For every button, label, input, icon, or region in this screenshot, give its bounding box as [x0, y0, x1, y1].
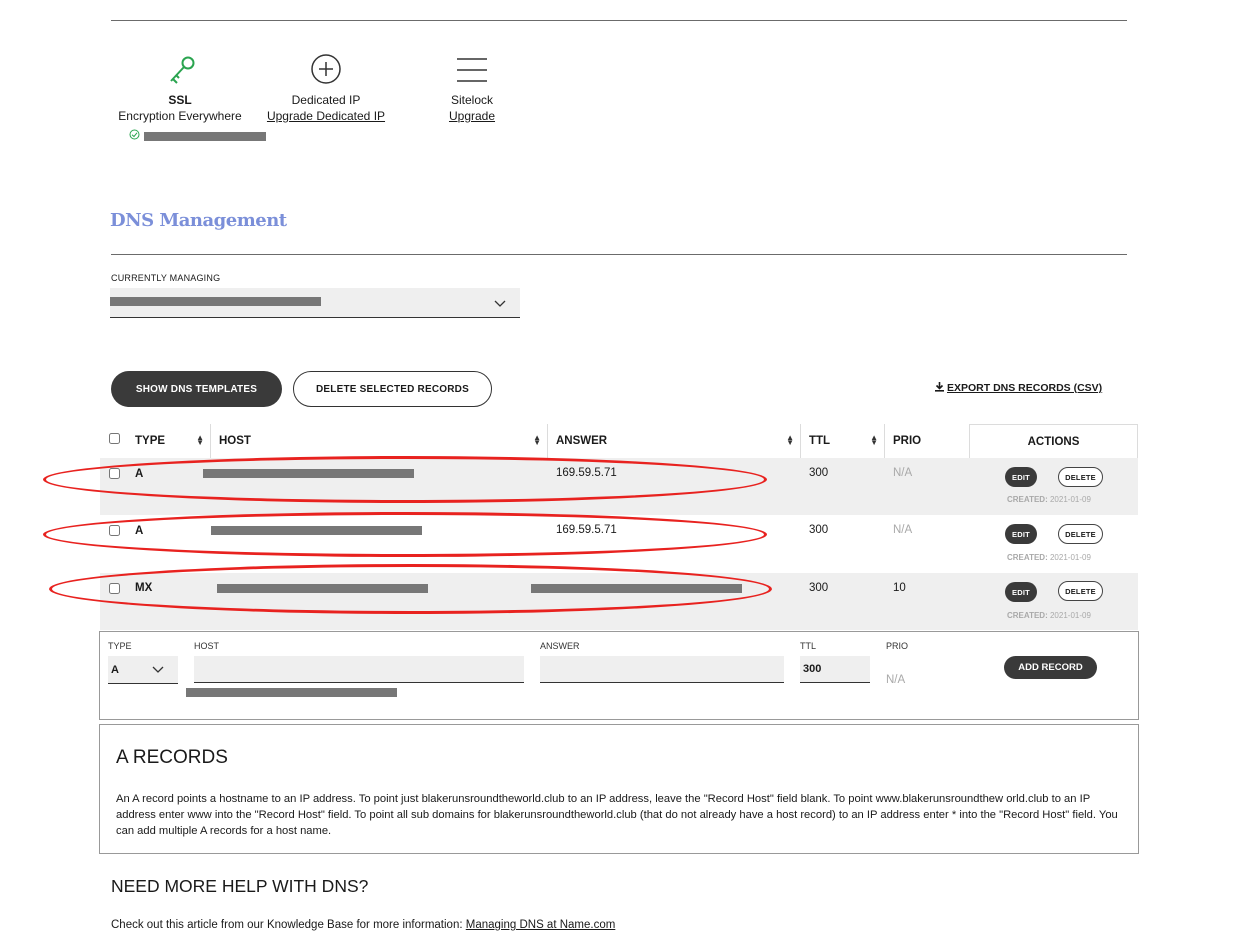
info-title: A RECORDS — [116, 747, 228, 768]
column-type[interactable]: TYPE ▲ ▼ — [127, 424, 211, 458]
host-label: HOST — [194, 641, 220, 651]
created-date: CREATED: 2021-01-09 — [1007, 553, 1091, 562]
record-ttl: 300 — [809, 524, 829, 536]
feature-ssl: SSL Encryption Everywhere — [112, 54, 248, 124]
feature-dedicated-ip: Dedicated IP Upgrade Dedicated IP — [258, 54, 394, 124]
add-record-button[interactable]: ADD RECORD — [1004, 656, 1097, 679]
plus-circle-icon[interactable] — [258, 54, 394, 88]
record-prio: N/A — [893, 524, 913, 536]
section-divider — [111, 254, 1127, 255]
ssl-title: SSL — [168, 93, 192, 107]
record-prio: 10 — [893, 582, 906, 594]
sort-icon: ▲ ▼ — [533, 433, 541, 447]
host-input[interactable] — [194, 656, 524, 683]
edit-button[interactable]: EDIT — [1005, 467, 1037, 487]
top-divider — [111, 20, 1127, 21]
column-answer[interactable]: ANSWER ▲ ▼ — [548, 424, 801, 458]
menu-icon[interactable] — [422, 54, 522, 88]
record-ttl: 300 — [809, 582, 829, 594]
column-type-label: TYPE — [135, 435, 166, 447]
created-date: CREATED: 2021-01-09 — [1007, 611, 1091, 620]
record-ttl: 300 — [809, 467, 829, 479]
ssl-status — [129, 127, 266, 145]
upgrade-dedicated-ip-link[interactable]: Upgrade Dedicated IP — [267, 109, 385, 123]
column-host-label: HOST — [219, 435, 251, 447]
type-value: A — [111, 663, 119, 676]
table-header: TYPE ▲ ▼ HOST ▲ ▼ ANSWER ▲ ▼ TTL ▲ ▼ PRIO AC… — [100, 424, 1138, 458]
created-value: 2021-01-09 — [1049, 611, 1091, 620]
help-text-body: Check out this article from our Knowledg… — [111, 919, 466, 931]
column-ttl-label: TTL — [809, 435, 831, 447]
export-dns-records-link[interactable]: EXPORT DNS RECORDS (CSV) — [934, 381, 1102, 395]
record-prio: N/A — [893, 467, 913, 479]
info-box: A RECORDS An A record points a hostname … — [99, 724, 1139, 854]
feature-sitelock: Sitelock Upgrade — [422, 54, 522, 124]
download-icon — [934, 381, 945, 395]
prio-value: N/A — [886, 674, 906, 686]
info-body: An A record points a hostname to an IP a… — [116, 793, 1118, 837]
delete-selected-records-button[interactable]: DELETE SELECTED RECORDS — [293, 371, 492, 407]
delete-button[interactable]: DELETE — [1058, 581, 1103, 601]
sort-icon: ▲ ▼ — [870, 433, 878, 447]
chevron-down-icon — [494, 296, 506, 314]
help-title: NEED MORE HELP WITH DNS? — [111, 876, 369, 896]
delete-button[interactable]: DELETE — [1058, 524, 1103, 544]
answer-label: ANSWER — [540, 641, 580, 651]
created-label: CREATED: — [1007, 495, 1048, 504]
edit-button[interactable]: EDIT — [1005, 524, 1037, 544]
redacted-hint — [186, 688, 397, 697]
prio-label: PRIO — [886, 641, 909, 651]
annotation-ellipse — [49, 564, 772, 614]
ttl-label: TTL — [800, 641, 817, 651]
answer-input[interactable] — [540, 656, 784, 683]
column-ttl[interactable]: TTL ▲ ▼ — [801, 424, 885, 458]
redacted-domain — [144, 131, 266, 141]
sitelock-title: Sitelock — [450, 93, 494, 107]
ssl-subtitle: Encryption Everywhere — [118, 109, 242, 123]
help-text: Check out this article from our Knowledg… — [111, 919, 615, 931]
column-actions: ACTIONS — [970, 424, 1138, 458]
delete-button[interactable]: DELETE — [1058, 467, 1103, 487]
created-value: 2021-01-09 — [1049, 553, 1091, 562]
redacted-domain — [110, 297, 321, 306]
column-answer-label: ANSWER — [556, 435, 608, 447]
type-label: TYPE — [108, 641, 132, 651]
currently-managing-label: CURRENTLY MANAGING — [111, 273, 221, 283]
export-label: EXPORT DNS RECORDS (CSV) — [947, 382, 1103, 394]
ttl-input[interactable]: 300 — [800, 656, 870, 683]
show-dns-templates-button[interactable]: SHOW DNS TEMPLATES — [111, 371, 282, 407]
sort-icon: ▲ ▼ — [786, 433, 794, 447]
created-label: CREATED: — [1007, 611, 1048, 620]
page-title: DNS Management — [110, 210, 287, 231]
annotation-ellipse — [43, 512, 767, 557]
domain-select[interactable] — [110, 288, 520, 318]
created-date: CREATED: 2021-01-09 — [1007, 495, 1091, 504]
sort-icon: ▲ ▼ — [196, 433, 204, 447]
column-host[interactable]: HOST ▲ ▼ — [211, 424, 548, 458]
annotation-ellipse — [43, 456, 767, 503]
upgrade-sitelock-link[interactable]: Upgrade — [449, 109, 495, 123]
edit-button[interactable]: EDIT — [1005, 582, 1037, 602]
type-select[interactable]: A — [108, 656, 178, 684]
managing-dns-link[interactable]: Managing DNS at Name.com — [466, 919, 616, 931]
chevron-down-icon — [152, 665, 164, 677]
ttl-value: 300 — [803, 663, 822, 675]
check-circle-icon — [129, 127, 140, 145]
key-icon — [112, 54, 248, 88]
dedicated-ip-title: Dedicated IP — [291, 93, 361, 107]
created-label: CREATED: — [1007, 553, 1048, 562]
column-actions-label: ACTIONS — [1027, 435, 1080, 448]
column-prio: PRIO — [885, 424, 970, 458]
created-value: 2021-01-09 — [1049, 495, 1091, 504]
column-prio-label: PRIO — [893, 435, 922, 447]
